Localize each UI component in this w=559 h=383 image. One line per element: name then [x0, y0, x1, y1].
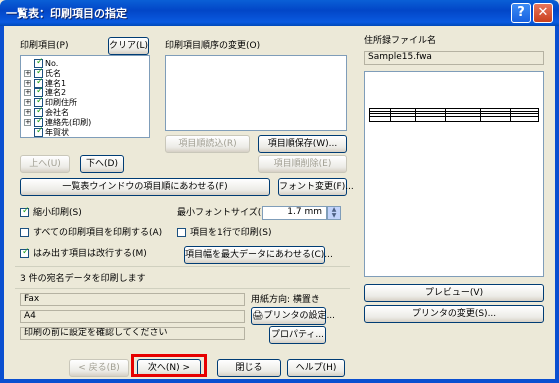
- shrink-print-checkbox[interactable]: ✓: [20, 206, 30, 217]
- tree-item-label: No.: [45, 59, 59, 68]
- check-icon: ✓: [36, 115, 44, 126]
- expand-icon[interactable]: +: [24, 109, 31, 116]
- print-all-label: すべての印刷項目を印刷する(A): [33, 228, 163, 238]
- match-window-order-button[interactable]: 一覧表ウインドウの項目順にあわせる(F): [20, 178, 270, 196]
- check-icon: ✓: [22, 247, 30, 257]
- help-button[interactable]: ヘルプ(H): [287, 359, 345, 377]
- check-icon: ✓: [36, 76, 44, 87]
- check-icon: ✓: [36, 66, 44, 77]
- print-items-tree[interactable]: ✓ No. + ✓ 氏名 + ✓ 連名1 + ✓ 連名2 + ✓ 印刷住所 + ✓ 会社名 + ✓ 連絡先(印刷) ✓ 年…: [20, 55, 150, 138]
- window-frame-bottom: [0, 379, 559, 383]
- check-icon: ✓: [36, 86, 44, 97]
- check-icon: ✓: [36, 96, 44, 107]
- move-down-button[interactable]: 下へ(D): [80, 155, 124, 173]
- help-title-button[interactable]: ?: [511, 3, 531, 23]
- move-up-button[interactable]: 上へ(U): [20, 155, 70, 173]
- min-font-label: 最小フォントサイズ(I):: [177, 208, 271, 218]
- fit-width-button[interactable]: 項目幅を最大データにあわせる(C)...: [184, 246, 333, 264]
- paper-size-field: A4: [20, 310, 245, 323]
- print-items-label: 印刷項目(P): [20, 41, 69, 51]
- address-file-field: Sample15.fwa: [364, 51, 544, 65]
- wrap-overflow-checkbox[interactable]: ✓: [20, 247, 30, 258]
- expand-icon[interactable]: +: [24, 79, 31, 87]
- expand-icon[interactable]: +: [24, 69, 31, 77]
- expand-icon[interactable]: +: [24, 89, 31, 97]
- layout-preview: [364, 71, 544, 277]
- preview-button[interactable]: プレビュー(V): [364, 284, 544, 302]
- shrink-print-label: 縮小印刷(S): [33, 208, 82, 218]
- separator: [15, 288, 350, 289]
- title-bar: 一覧表：印刷項目の指定 ? ✕: [0, 0, 559, 26]
- print-all-checkbox[interactable]: [20, 228, 29, 237]
- paper-direction-text: 用紙方向: 横置き: [251, 295, 320, 305]
- tree-item-label: 会社名: [45, 108, 69, 117]
- font-change-button[interactable]: フォント変更(F)...: [278, 178, 354, 196]
- expand-icon[interactable]: +: [24, 118, 31, 126]
- expand-icon[interactable]: +: [24, 99, 31, 107]
- back-button[interactable]: < 戻る(B): [69, 359, 129, 377]
- printer-icon: 🖨: [252, 311, 264, 321]
- printer-setup-label: プリンタの設定...: [263, 311, 336, 321]
- order-change-label: 印刷項目順序の変更(O): [165, 41, 261, 51]
- tree-item-label: 年賀状: [45, 127, 69, 137]
- preview-table-graphic: [369, 108, 539, 122]
- separator: [15, 266, 350, 267]
- printer-setup-button[interactable]: 🖨プリンタの設定...: [251, 307, 335, 325]
- window-frame-left: [0, 26, 4, 383]
- check-icon: ✓: [36, 106, 44, 116]
- wrap-overflow-label: はみ出す項目は改行する(M): [33, 249, 147, 259]
- window-frame-right: [555, 26, 559, 383]
- check-icon: ✓: [22, 206, 30, 216]
- note-field: 印刷の前に設定を確認してください: [20, 327, 245, 340]
- one-line-checkbox[interactable]: [177, 228, 186, 237]
- order-list[interactable]: [165, 55, 347, 131]
- tree-item-label: 連絡先(印刷): [45, 117, 92, 127]
- check-icon: ✓: [36, 57, 44, 67]
- next-button-highlight: [131, 354, 207, 377]
- tree-item-checkbox[interactable]: ✓: [34, 125, 44, 137]
- tree-item-label: 氏名: [45, 68, 61, 78]
- check-icon: ✓: [36, 125, 44, 136]
- close-title-button[interactable]: ✕: [533, 3, 553, 23]
- delete-order-button[interactable]: 項目順削除(E): [258, 155, 347, 173]
- printer-change-button[interactable]: プリンタの変更(S)...: [364, 305, 544, 323]
- window-title: 一覧表：印刷項目の指定: [6, 7, 127, 20]
- status-text: 3 件の宛名データを印刷します: [20, 274, 146, 284]
- close-button[interactable]: 閉じる: [217, 359, 281, 377]
- properties-button[interactable]: プロパティ...: [269, 326, 326, 344]
- spin-down-icon[interactable]: ▼: [328, 213, 340, 219]
- tree-item-label: 連名2: [45, 88, 67, 98]
- tree-item-label: 印刷住所: [45, 98, 77, 108]
- one-line-label: 項目を1行で印刷(S): [190, 228, 272, 238]
- min-font-spinner[interactable]: ▲ ▼: [327, 206, 341, 220]
- load-order-button[interactable]: 項目順読込(R): [165, 135, 250, 153]
- clear-button[interactable]: クリア(L): [108, 37, 149, 55]
- printer-name-field: Fax: [20, 293, 245, 306]
- tree-item-label: 連名1: [45, 78, 67, 88]
- save-order-button[interactable]: 項目順保存(W)...: [258, 135, 347, 153]
- min-font-input[interactable]: 1.7 mm: [262, 206, 327, 220]
- address-file-label: 住所録ファイル名: [364, 36, 437, 46]
